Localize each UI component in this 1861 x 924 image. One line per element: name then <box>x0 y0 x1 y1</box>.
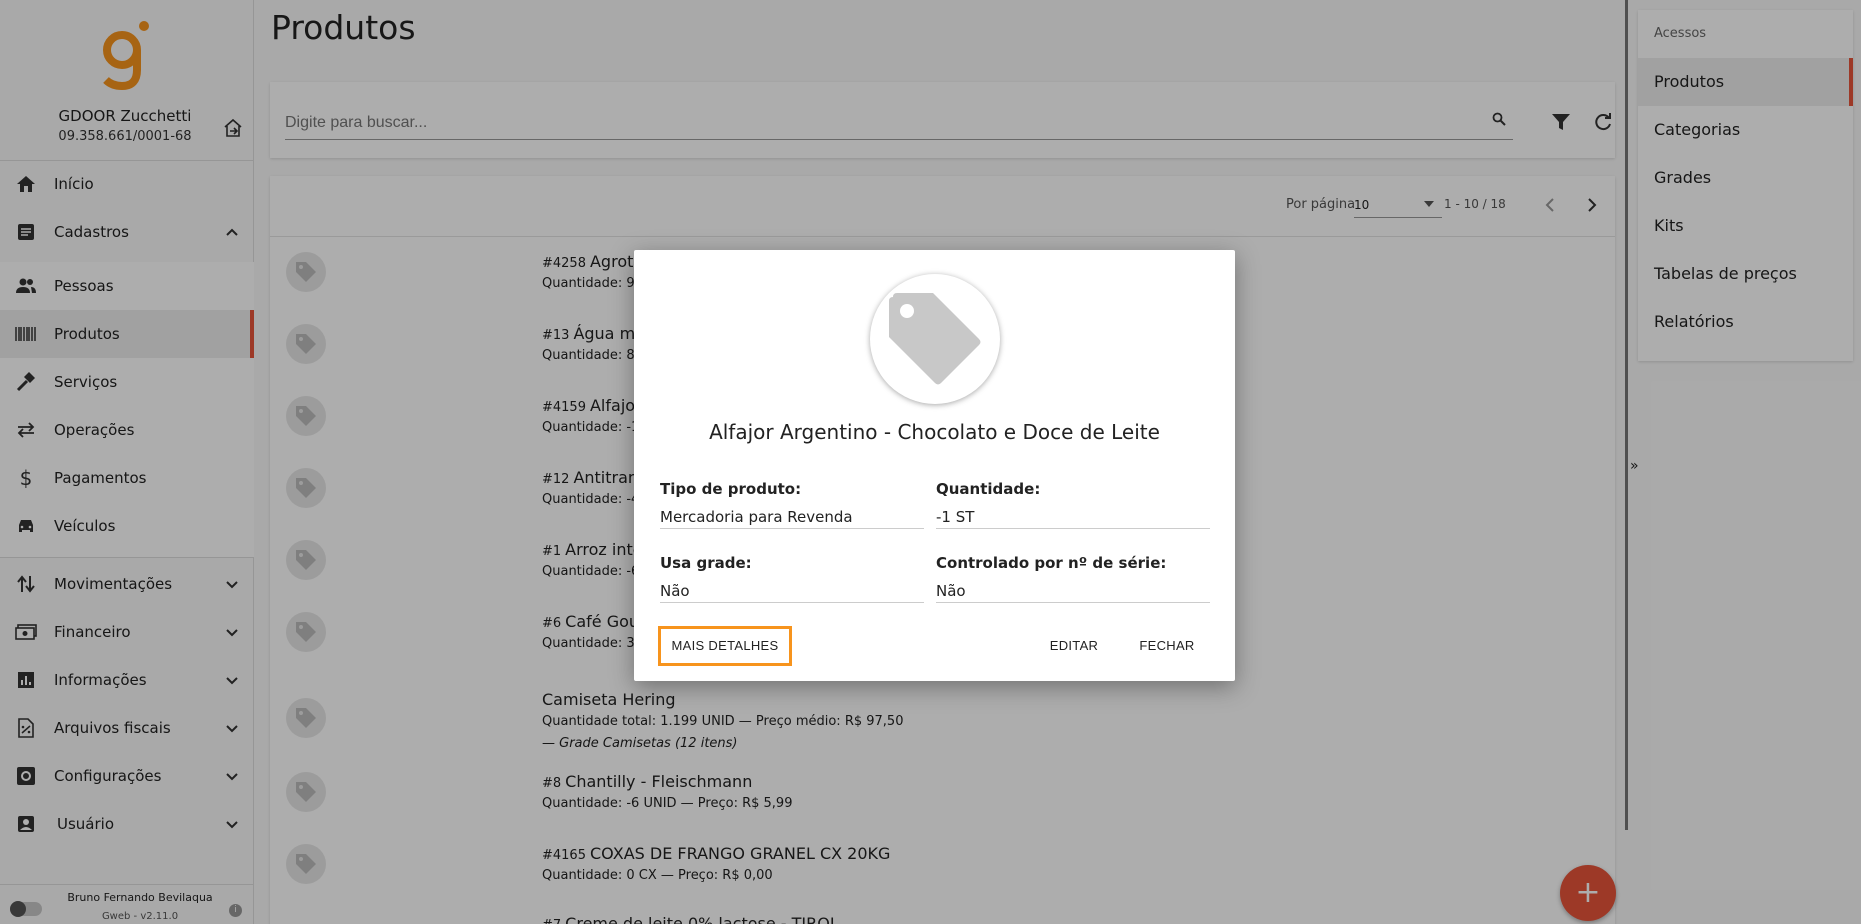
field-value: Não <box>936 582 1210 603</box>
product-image <box>870 274 1000 404</box>
more-details-button[interactable]: MAIS DETALHES <box>658 626 792 666</box>
field-label: Controlado por nº de série: <box>936 554 1167 572</box>
edit-button[interactable]: EDITAR <box>1036 626 1112 666</box>
field-label: Quantidade: <box>936 480 1041 498</box>
field-value: -1 ST <box>936 508 1210 529</box>
field-label: Usa grade: <box>660 554 752 572</box>
product-detail-dialog: Alfajor Argentino - Chocolato e Doce de … <box>634 250 1235 681</box>
field-label: Tipo de produto: <box>660 480 802 498</box>
dialog-title: Alfajor Argentino - Chocolato e Doce de … <box>709 420 1160 444</box>
field-value: Não <box>660 582 924 603</box>
field-value: Mercadoria para Revenda <box>660 508 924 529</box>
app-root: GDOOR Zucchetti 09.358.661/0001-68 Iníci… <box>0 0 1861 924</box>
tag-icon <box>889 293 981 385</box>
close-button[interactable]: FECHAR <box>1122 626 1212 666</box>
